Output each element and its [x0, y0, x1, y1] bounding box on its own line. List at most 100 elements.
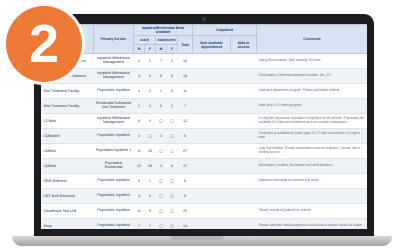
- table-cell-location: Bird Treatment Facility: [41, 83, 94, 99]
- laptop-notch: [170, 236, 224, 240]
- table-cell-adult-f: 9: [144, 203, 156, 219]
- table-cell-total: 20: [177, 203, 193, 219]
- table-row[interactable]: Bird Treatment Facility Psychiatric Inpat…: [41, 83, 367, 99]
- table-row[interactable]: CMMobile Psychiatric Inpatient 3 ◯ 3 ◯ 6 Treatm…: [41, 128, 367, 144]
- table-cell-next-appointment: [192, 98, 231, 114]
- column-header-adolescent-f: F: [166, 44, 178, 54]
- table-cell-total: 9: [177, 188, 193, 204]
- table-cell-adult-m: 3: [133, 128, 145, 144]
- table-cell-adult-m: 8: [133, 113, 145, 129]
- table-cell-adult-f: 1: [144, 173, 156, 189]
- table-cell-adult-f: 3: [144, 98, 156, 114]
- table-cell-adult-m: 4: [133, 53, 145, 69]
- table-cell-service: Psychiatric Residential: [93, 158, 134, 174]
- table-cell-adult-m: 7: [133, 218, 145, 229]
- table-cell-comments: If complete psychiatric evaluation compl…: [256, 113, 367, 129]
- table-cell-service: Inpatient Withdrawal Management: [93, 113, 134, 129]
- table-cell-adult-f: 5: [144, 188, 156, 204]
- table-cell-adolescent-m: 3: [155, 128, 167, 144]
- table-cell-total: 6: [177, 128, 193, 144]
- table-cell-location: CMMobile: [41, 128, 94, 144]
- column-group-outpatient: Outpatient: [192, 24, 258, 36]
- table-row[interactable]: CCWeb Inpatient Withdrawal Management 8 4 ◯ ◯…: [41, 113, 367, 129]
- table-row[interactable]: Regional Health - HarrisonInpatient With…: [41, 53, 367, 69]
- table-cell-walk-in: [230, 68, 257, 84]
- laptop-screen: Location ▼ Primary Service Inpatient/Res…: [41, 24, 367, 229]
- table-cell-service: Psychiatric Inpatient: [93, 173, 134, 189]
- table-cell-total: 27: [177, 143, 193, 159]
- table-cell-total: 14: [177, 218, 193, 229]
- table-cell-location: CMMob: [41, 143, 94, 159]
- table-row[interactable]: Bird Treatment Facility Residential Subst…: [41, 98, 367, 114]
- table-cell-adolescent-m: ◯: [155, 113, 167, 129]
- table-cell-adolescent-m: ◯: [155, 218, 167, 229]
- table-cell-service: Inpatient Withdrawal Management: [93, 53, 134, 69]
- table-cell-comments: Adult and adolescent program. Please cal…: [256, 83, 367, 99]
- table-row[interactable]: GBR Wellness Psychiatric Inpatient 5 1 ◯ ◯ 6 Ad…: [41, 173, 367, 189]
- table-cell-adult-f: 16: [144, 158, 156, 174]
- table-cell-adolescent-m: ◯: [155, 188, 167, 204]
- column-header-walk-in[interactable]: Walk-in Access: [230, 35, 258, 54]
- table-cell-total: 12: [177, 113, 193, 129]
- table-cell-adult-f: 4: [144, 113, 156, 129]
- table-cell-adolescent-f: ◯: [166, 128, 178, 144]
- column-header-adult-m: M: [133, 44, 145, 54]
- table-cell-total: 47: [177, 158, 193, 174]
- table-cell-service: Psychiatric Inpatient 1: [93, 143, 134, 159]
- table-cell-walk-in: [230, 113, 257, 129]
- table-cell-comments: Clay Hall location. Private consultation…: [256, 143, 367, 159]
- table-cell-walk-in: [230, 158, 257, 174]
- table-cell-location: CCWeb: [41, 113, 94, 129]
- table-cell-comments: Fold location. Referrals accepted to int…: [256, 68, 367, 84]
- column-header-total[interactable]: Total: [176, 35, 194, 54]
- column-header-comments[interactable]: Comments: [256, 24, 367, 54]
- table-row[interactable]: Shop Psychiatric Inpatient 7 7 ◯ ◯ 14 Please co…: [41, 218, 367, 229]
- table-cell-next-appointment: [192, 143, 231, 159]
- table-cell-location: CMMob: [41, 158, 94, 174]
- camera-icon: [202, 17, 206, 21]
- table-cell-next-appointment: [192, 218, 231, 229]
- table-cell-adolescent-f: ◯: [166, 188, 178, 204]
- table-cell-comments: Please complete intake paperwork and inc…: [256, 218, 367, 229]
- column-header-adolescent: Adolescent: [155, 35, 178, 45]
- table-cell-next-appointment: [192, 68, 231, 84]
- table-cell-adolescent-m: 3: [155, 158, 167, 174]
- table-cell-comments: Winnetoger Location. Adolescent and adul…: [256, 158, 367, 174]
- table-cell-next-appointment: [192, 128, 231, 144]
- table-cell-service: Psychiatric Inpatient: [93, 83, 134, 99]
- table-row[interactable]: Regional Health - HarrisonInpatient With…: [41, 68, 367, 84]
- column-header-primary-service[interactable]: Primary Service: [93, 24, 134, 54]
- table-row[interactable]: CBT Bold Recovery Psychiatric Inpatient 4 5…: [41, 188, 367, 204]
- table-cell-adult-f: 5: [144, 68, 156, 84]
- table-cell-comments: Spring field location. Total capacity: 5…: [256, 53, 367, 69]
- table-cell-service: Psychiatric Inpatient: [93, 128, 134, 144]
- table-cell-adult-m: 4: [133, 83, 145, 99]
- table-cell-adolescent-f: 6: [166, 158, 178, 174]
- table-cell-adolescent-f: 2: [166, 53, 178, 69]
- table-row[interactable]: ClearBrook Test Unit Psychiatric Inpatien…: [41, 203, 367, 219]
- table-cell-next-appointment: [192, 173, 231, 189]
- table-cell-adult-f: 16: [144, 143, 156, 159]
- table-cell-location: ClearBrook Test Unit: [41, 203, 94, 219]
- table-cell-total: 16: [177, 53, 193, 69]
- table-row[interactable]: CMMob Psychiatric Inpatient 1 11 16 ◯ ◯ 27 Clay…: [41, 143, 367, 159]
- table-cell-next-appointment: [192, 188, 231, 204]
- table-cell-walk-in: [230, 218, 257, 229]
- table-cell-service: Psychiatric Inpatient: [93, 218, 134, 229]
- table-cell-comments: [256, 188, 367, 204]
- table-cell-comments: Treatment is available for youth ages 12…: [256, 128, 367, 144]
- table-cell-location: GBR Wellness: [41, 173, 94, 189]
- table-cell-total: 6: [177, 173, 193, 189]
- table-cell-total: 11: [177, 83, 193, 99]
- table-cell-location: Bird Treatment Facility: [41, 98, 94, 114]
- table-cell-total: 7: [177, 98, 193, 114]
- table-row[interactable]: CMMob Psychiatric Residential 22 16 3 6 47 Winn…: [41, 158, 367, 174]
- table-cell-adult-f: 2: [144, 83, 156, 99]
- table-cell-adolescent-f: ◯: [166, 143, 178, 159]
- table-cell-adult-m: 11: [133, 203, 145, 219]
- table-cell-adult-m: 5: [133, 173, 145, 189]
- table-cell-service: Residential Substance Use Treatment: [93, 98, 134, 114]
- column-header-next-appointment[interactable]: Next Available Appointment: [192, 35, 232, 54]
- table-cell-adolescent-m: 7: [155, 53, 167, 69]
- table-cell-walk-in: [230, 143, 257, 159]
